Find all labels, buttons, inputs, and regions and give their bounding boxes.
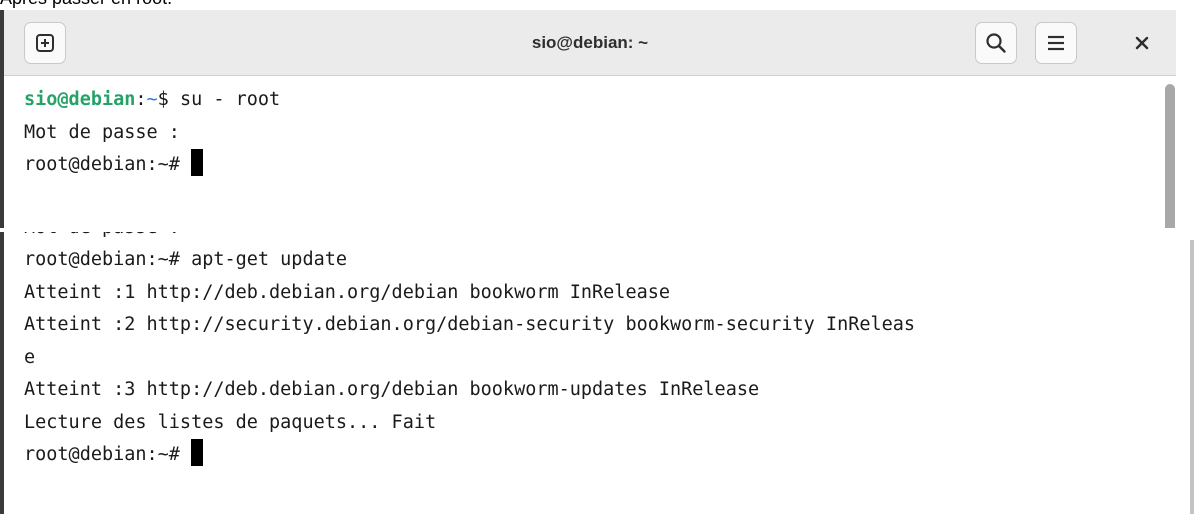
prompt-separator: : (135, 89, 147, 110)
text-cursor (191, 439, 204, 466)
prompt-text: root@debian:~# (24, 444, 192, 465)
close-icon (1135, 36, 1149, 50)
new-tab-button[interactable] (24, 22, 66, 64)
terminal-window-top: sio@debian: ~ sio@debian:~$ su - root Mo… (0, 10, 1176, 228)
terminal-line: Atteint :2 http://security.debian.org/de… (24, 314, 916, 335)
text-cursor (191, 149, 204, 176)
terminal-line: Lecture des listes de paquets... Fait (24, 411, 437, 433)
terminal-line: e (24, 346, 36, 368)
terminal-line-cut: Mot de passe : (24, 232, 1194, 244)
prompt-path: ~ (146, 89, 158, 110)
scrollbar[interactable] (1190, 240, 1194, 514)
prompt-text: root@debian:~# (24, 154, 192, 175)
terminal-output-bottom[interactable]: Mot de passe : root@debian:~# apt-get up… (24, 232, 1194, 472)
search-button[interactable] (975, 22, 1017, 64)
terminal-line: Mot de passe : (24, 121, 180, 143)
terminal-line: Atteint :3 http://deb.debian.org/debian … (24, 379, 760, 400)
terminal-output-top[interactable]: sio@debian:~$ su - root Mot de passe : r… (24, 84, 1144, 182)
terminal-window-bottom: Mot de passe : root@debian:~# apt-get up… (0, 232, 1198, 514)
command-text: $ su - root (157, 89, 281, 110)
terminal-line: sio@debian:~$ su - root (24, 84, 1144, 117)
terminal-line: root@debian:~# (24, 439, 1194, 472)
terminal-line: Atteint :1 http://deb.debian.org/debian … (24, 281, 671, 303)
scrollbar[interactable] (1165, 84, 1175, 228)
search-icon (986, 33, 1006, 53)
screenshot-page: Après passer en root. sio@debian: ~ (0, 0, 1198, 514)
close-button[interactable] (1121, 22, 1163, 64)
prompt-user: sio@debian (24, 89, 136, 110)
terminal-line: root@debian:~# (24, 149, 1144, 182)
menu-button[interactable] (1035, 22, 1077, 64)
new-tab-icon (36, 34, 54, 52)
hamburger-menu-icon (1048, 35, 1064, 51)
terminal-titlebar: sio@debian: ~ (4, 10, 1176, 76)
terminal-line: root@debian:~# apt-get update (24, 249, 348, 270)
caption-text: Après passer en root. (0, 0, 172, 10)
